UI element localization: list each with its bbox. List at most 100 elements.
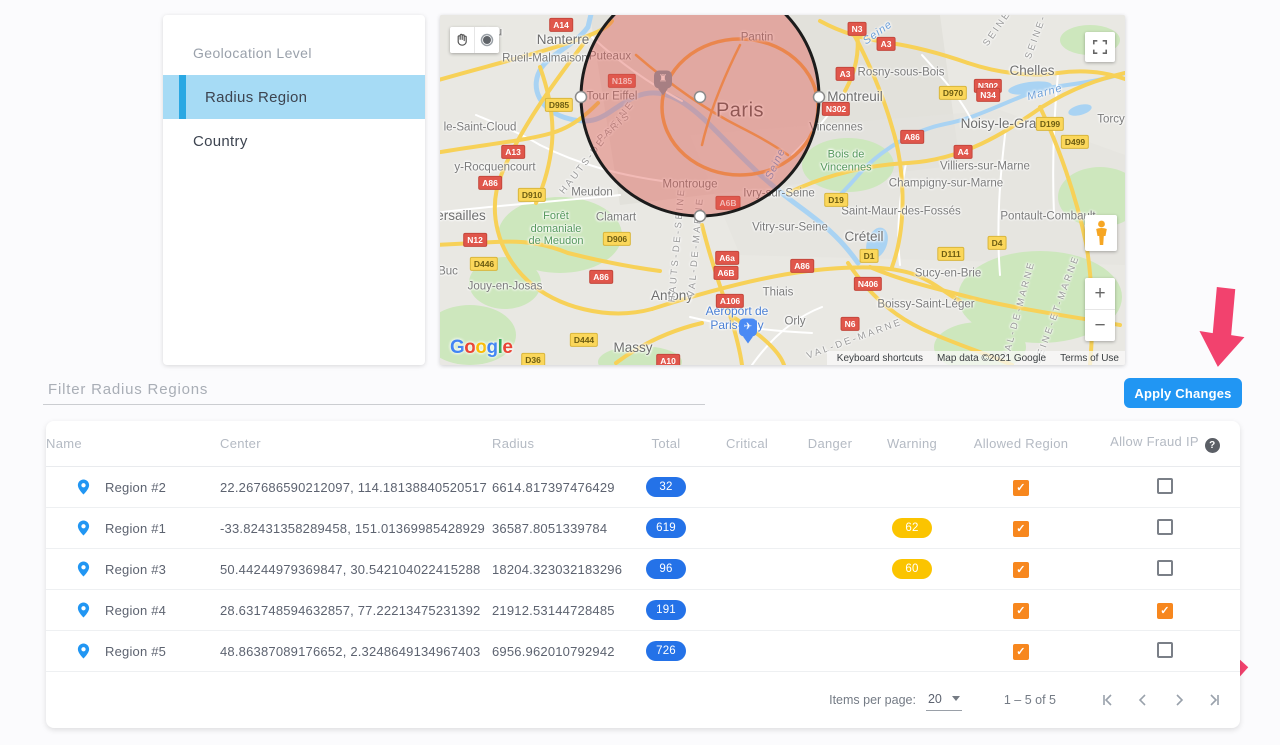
geo-panel-title: Geolocation Level bbox=[163, 15, 425, 75]
fraud-cell bbox=[1090, 478, 1240, 497]
geo-items: Radius Region Country bbox=[163, 75, 425, 163]
circle-handle-west[interactable] bbox=[576, 92, 587, 103]
fullscreen-icon bbox=[1092, 39, 1108, 55]
draw-circle-tool-button[interactable] bbox=[474, 27, 499, 53]
total-cell: 96 bbox=[626, 559, 706, 579]
total-badge: 191 bbox=[646, 600, 686, 620]
allowed-region-checkbox[interactable]: ✓ bbox=[1013, 644, 1029, 660]
pan-tool-button[interactable] bbox=[450, 27, 474, 53]
region-name-cell: Region #5 bbox=[46, 643, 220, 659]
warning-badge: 60 bbox=[892, 559, 932, 579]
chevron-down-icon bbox=[952, 696, 960, 701]
allow-fraud-ip-checkbox[interactable]: ✓ bbox=[1157, 603, 1173, 619]
allow-fraud-ip-checkbox[interactable] bbox=[1157, 478, 1173, 494]
location-pin-icon bbox=[76, 520, 91, 536]
regions-table: NameCenterRadiusTotalCriticalDangerWarni… bbox=[46, 421, 1240, 728]
allowed-cell: ✓ bbox=[952, 561, 1090, 578]
table-header-row: NameCenterRadiusTotalCriticalDangerWarni… bbox=[46, 421, 1240, 467]
last-page-icon bbox=[1208, 693, 1222, 707]
table-body: Region #222.267686590212097, 114.1813884… bbox=[46, 467, 1240, 672]
apply-changes-button[interactable]: Apply Changes bbox=[1124, 378, 1242, 408]
total-cell: 32 bbox=[626, 477, 706, 497]
region-name: Region #2 bbox=[105, 480, 166, 495]
zoom-in-button[interactable]: + bbox=[1085, 278, 1115, 310]
circle-handle-center[interactable] bbox=[695, 92, 706, 103]
google-logo-letter: G bbox=[450, 337, 464, 358]
column-header-label: Danger bbox=[808, 436, 852, 451]
total-badge: 619 bbox=[646, 518, 686, 538]
column-header-label: Center bbox=[220, 436, 261, 451]
page: Geolocation Level Radius Region Country bbox=[0, 0, 1280, 745]
allowed-cell: ✓ bbox=[952, 479, 1090, 496]
location-pin-icon bbox=[76, 479, 91, 495]
column-header-name: Name bbox=[46, 436, 220, 451]
region-name: Region #1 bbox=[105, 521, 166, 536]
center-cell: 48.86387089176652, 2.3248649134967403 bbox=[220, 644, 492, 659]
warning-cell: 62 bbox=[872, 518, 952, 538]
circle-handle-east[interactable] bbox=[814, 92, 825, 103]
google-logo: Google bbox=[450, 337, 512, 359]
map-canvas[interactable]: atouNanterreRueil-MalmaisonPuteauxTour E… bbox=[440, 15, 1125, 365]
hand-icon bbox=[454, 32, 470, 48]
circle-handle-south[interactable] bbox=[695, 211, 706, 222]
zoom-control: + − bbox=[1085, 278, 1115, 341]
region-name: Region #4 bbox=[105, 603, 166, 618]
column-header-label: Warning bbox=[887, 436, 937, 451]
table-row: Region #350.44244979369847, 30.542104022… bbox=[46, 549, 1240, 590]
total-cell: 619 bbox=[626, 518, 706, 538]
next-page-button[interactable] bbox=[1172, 693, 1186, 707]
fraud-cell bbox=[1090, 560, 1240, 579]
filter-input-underline bbox=[43, 404, 705, 405]
geo-level-item-label: Country bbox=[193, 133, 248, 150]
region-name: Region #3 bbox=[105, 562, 166, 577]
geo-level-item-radius-region[interactable]: Radius Region bbox=[163, 75, 425, 119]
radius-cell: 6614.817397476429 bbox=[492, 480, 626, 495]
allow-fraud-ip-checkbox[interactable] bbox=[1157, 642, 1173, 658]
pagination-range: 1 – 5 of 5 bbox=[1004, 693, 1056, 707]
table-row: Region #428.631748594632857, 77.22213475… bbox=[46, 590, 1240, 631]
terms-of-use-link[interactable]: Terms of Use bbox=[1060, 353, 1119, 364]
region-name-cell: Region #3 bbox=[46, 561, 220, 577]
total-badge: 96 bbox=[646, 559, 686, 579]
help-icon[interactable]: ? bbox=[1205, 438, 1220, 453]
selected-indicator-bar bbox=[179, 75, 186, 119]
annotation-arrow-apply bbox=[1198, 285, 1250, 375]
allowed-region-checkbox[interactable]: ✓ bbox=[1013, 562, 1029, 578]
allowed-cell: ✓ bbox=[952, 643, 1090, 660]
chevron-left-icon bbox=[1136, 693, 1150, 707]
radius-circle[interactable] bbox=[581, 15, 819, 216]
radius-circle-overlay[interactable] bbox=[440, 15, 1125, 365]
column-header-allowed-region: Allowed Region bbox=[952, 436, 1090, 451]
allowed-region-checkbox[interactable]: ✓ bbox=[1013, 480, 1029, 496]
zoom-out-button[interactable]: − bbox=[1085, 310, 1115, 341]
geo-level-item-country[interactable]: Country bbox=[163, 119, 425, 163]
filter-radius-regions-input[interactable]: Filter Radius Regions bbox=[48, 381, 208, 398]
region-name-cell: Region #2 bbox=[46, 479, 220, 495]
chevron-right-icon bbox=[1172, 693, 1186, 707]
table-row: Region #548.86387089176652, 2.3248649134… bbox=[46, 631, 1240, 672]
warning-cell: 60 bbox=[872, 559, 952, 579]
location-pin-icon bbox=[76, 643, 91, 659]
region-name-cell: Region #1 bbox=[46, 520, 220, 536]
last-page-button[interactable] bbox=[1208, 693, 1222, 707]
allowed-region-checkbox[interactable]: ✓ bbox=[1013, 603, 1029, 619]
allow-fraud-ip-checkbox[interactable] bbox=[1157, 560, 1173, 576]
previous-page-button[interactable] bbox=[1136, 693, 1150, 707]
column-header-danger: Danger bbox=[788, 436, 872, 451]
column-header-critical: Critical bbox=[706, 436, 788, 451]
pegman-button[interactable] bbox=[1085, 215, 1117, 251]
allowed-cell: ✓ bbox=[952, 520, 1090, 537]
fullscreen-button[interactable] bbox=[1085, 32, 1115, 62]
fraud-cell bbox=[1090, 642, 1240, 661]
items-per-page-label: Items per page: bbox=[829, 693, 916, 707]
geo-level-item-label: Radius Region bbox=[205, 89, 307, 106]
map-draw-toolbar bbox=[450, 27, 499, 53]
pagination-bar: Items per page: 20 1 – 5 of 5 bbox=[46, 672, 1240, 728]
fraud-cell bbox=[1090, 519, 1240, 538]
items-per-page-select[interactable]: 20 bbox=[926, 690, 962, 711]
keyboard-shortcuts-link[interactable]: Keyboard shortcuts bbox=[837, 353, 923, 364]
first-page-button[interactable] bbox=[1100, 693, 1114, 707]
allowed-region-checkbox[interactable]: ✓ bbox=[1013, 521, 1029, 537]
google-logo-letter: o bbox=[464, 337, 475, 358]
allow-fraud-ip-checkbox[interactable] bbox=[1157, 519, 1173, 535]
